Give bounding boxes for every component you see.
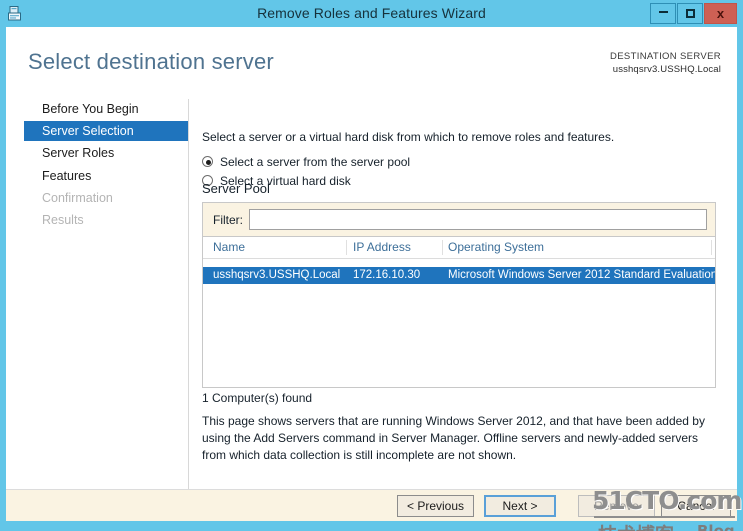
minimize-icon bbox=[658, 10, 668, 13]
watermark-sub-text: 技术博客 bbox=[598, 520, 674, 531]
column-divider bbox=[442, 240, 443, 255]
next-button[interactable]: Next > bbox=[484, 495, 556, 517]
server-pool-table: Name IP Address Operating System usshqsr… bbox=[202, 236, 716, 388]
sidebar-item-confirmation: Confirmation bbox=[42, 191, 113, 205]
table-row[interactable]: usshqsrv3.USSHQ.Local 172.16.10.30 Micro… bbox=[203, 267, 715, 284]
wizard-window: Remove Roles and Features Wizard x Selec… bbox=[0, 0, 743, 531]
destination-server-label: DESTINATION SERVER bbox=[610, 51, 721, 62]
radio-server-pool-icon bbox=[202, 156, 213, 167]
previous-button[interactable]: < Previous bbox=[397, 495, 474, 517]
destination-server-value: usshqsrv3.USSHQ.Local bbox=[612, 64, 721, 75]
column-divider bbox=[711, 240, 712, 255]
column-header-operating-system[interactable]: Operating System bbox=[448, 237, 544, 258]
footer-bar: < Previous Next > Remove Cancel bbox=[6, 489, 737, 521]
sidebar-item-results: Results bbox=[42, 213, 84, 227]
intro-text: Select a server or a virtual hard disk f… bbox=[202, 130, 615, 144]
sidebar-item-server-roles[interactable]: Server Roles bbox=[24, 143, 188, 163]
cancel-button[interactable]: Cancel bbox=[661, 495, 731, 517]
radio-server-pool-label: Select a server from the server pool bbox=[220, 155, 411, 169]
computers-found-text: 1 Computer(s) found bbox=[202, 391, 313, 405]
sidebar-item-before-you-begin[interactable]: Before You Begin bbox=[24, 99, 188, 119]
page-header: Select destination server DESTINATION SE… bbox=[6, 27, 737, 93]
column-header-name[interactable]: Name bbox=[213, 237, 245, 258]
cell-ip-address: 172.16.10.30 bbox=[353, 269, 421, 281]
sidebar-item-features[interactable]: Features bbox=[24, 166, 188, 186]
sidebar-item-server-selection[interactable]: Server Selection bbox=[24, 121, 188, 141]
window-title: Remove Roles and Features Wizard bbox=[257, 5, 486, 21]
column-header-ip-address[interactable]: IP Address bbox=[353, 237, 411, 258]
filter-input[interactable] bbox=[249, 209, 707, 230]
client-area: Select destination server DESTINATION SE… bbox=[6, 27, 742, 531]
filter-label: Filter: bbox=[213, 213, 243, 227]
remove-button: Remove bbox=[578, 495, 655, 517]
cell-operating-system: Microsoft Windows Server 2012 Standard E… bbox=[448, 269, 716, 281]
radio-server-pool[interactable]: Select a server from the server pool bbox=[202, 155, 410, 169]
table-header-row: Name IP Address Operating System bbox=[203, 237, 715, 259]
filter-strip: Filter: bbox=[202, 202, 716, 236]
close-button[interactable]: x bbox=[704, 3, 737, 24]
maximize-button[interactable] bbox=[677, 3, 703, 24]
maximize-icon bbox=[685, 8, 695, 18]
sidebar-divider bbox=[188, 99, 189, 489]
server-pool-heading: Server Pool bbox=[202, 181, 270, 196]
page-title: Select destination server bbox=[28, 49, 274, 74]
wizard-nav: Before You Begin Server Selection Server… bbox=[6, 99, 188, 489]
minimize-button[interactable] bbox=[650, 3, 676, 24]
destination-server-block: DESTINATION SERVER usshqsrv3.USSHQ.Local bbox=[610, 50, 721, 76]
page-note-text: This page shows servers that are running… bbox=[202, 414, 705, 462]
title-bar: Remove Roles and Features Wizard x bbox=[0, 0, 743, 27]
cell-name: usshqsrv3.USSHQ.Local bbox=[213, 269, 341, 281]
column-divider bbox=[346, 240, 347, 255]
watermark-blog-text: Blog bbox=[697, 522, 735, 531]
